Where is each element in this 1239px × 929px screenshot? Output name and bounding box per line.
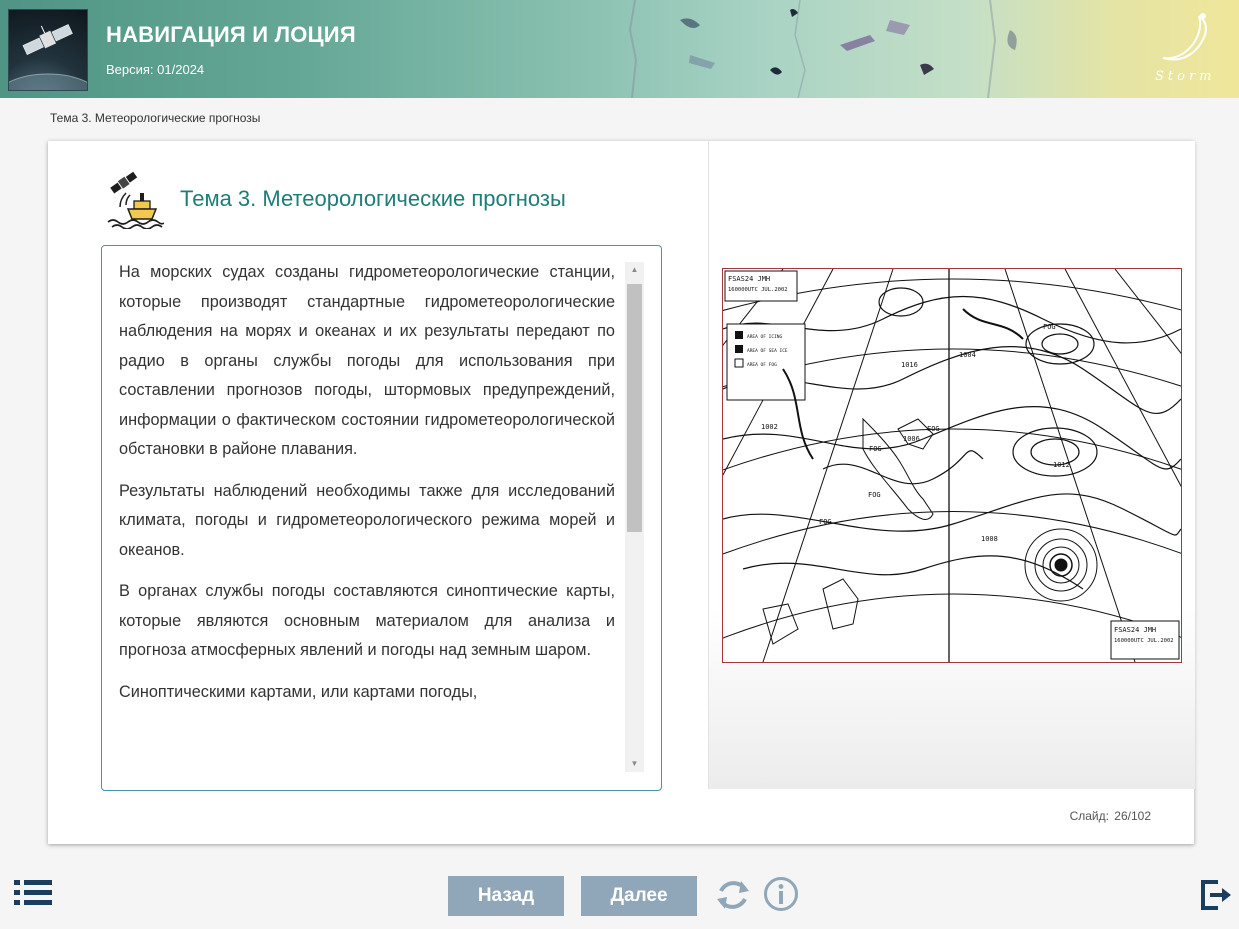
svg-text:FOG: FOG [868, 491, 881, 499]
paragraph: Синоптическими картами, или картами пого… [119, 682, 478, 701]
app-version: Версия: 01/2024 [106, 62, 205, 77]
svg-text:FOG: FOG [819, 518, 832, 526]
svg-text:AREA OF SEA ICE: AREA OF SEA ICE [747, 348, 788, 354]
slide-card: Тема 3. Метеорологические прогнозы На мо… [48, 141, 1195, 844]
reload-icon[interactable] [713, 875, 753, 915]
next-button[interactable]: Далее [581, 876, 697, 916]
svg-text:AREA OF ICING: AREA OF ICING [747, 334, 783, 340]
satellite-ship-icon [107, 171, 164, 229]
image-panel: FSAS24 JMH 160000UTC JUL.2002 AREA OF IC… [708, 141, 1195, 789]
svg-text:FOG: FOG [927, 425, 940, 433]
svg-text:1004: 1004 [959, 351, 976, 359]
svg-text:AREA OF FOG: AREA OF FOG [747, 362, 777, 368]
scroll-up-arrow-icon[interactable]: ▲ [625, 262, 644, 278]
svg-text:1012: 1012 [1053, 461, 1070, 469]
satellite-logo [0, 9, 106, 98]
svg-text:1006: 1006 [903, 435, 920, 443]
paragraph: На морских судах созданы гидрометеоролог… [119, 263, 615, 458]
svg-text:160000UTC JUL.2002: 160000UTC JUL.2002 [1114, 638, 1174, 644]
storm-logo: Storm [1155, 13, 1216, 84]
text-panel[interactable]: На морских судах созданы гидрометеоролог… [101, 245, 662, 791]
paragraph: Результаты наблюдений необходимы также д… [119, 481, 615, 559]
svg-text:FOG: FOG [869, 445, 882, 453]
info-icon[interactable] [763, 876, 799, 912]
lesson-text: На морских судах созданы гидрометеоролог… [119, 258, 615, 778]
exit-icon[interactable] [1200, 880, 1232, 910]
scroll-down-arrow-icon[interactable]: ▼ [625, 756, 644, 772]
svg-text:1002: 1002 [761, 423, 778, 431]
app-title: НАВИГАЦИЯ И ЛОЦИЯ [106, 22, 356, 47]
back-button[interactable]: Назад [448, 876, 564, 916]
synoptic-weather-map[interactable]: FSAS24 JMH 160000UTC JUL.2002 AREA OF IC… [722, 268, 1182, 663]
svg-text:Storm: Storm [1155, 69, 1216, 84]
slide-counter: Слайд: 26/102 [1068, 809, 1151, 823]
svg-text:FSAS24 JMH: FSAS24 JMH [1114, 626, 1156, 634]
slide-counter-label: Слайд: [1069, 809, 1109, 823]
header-map-decoration [628, 0, 1017, 98]
svg-text:1008: 1008 [981, 535, 998, 543]
scroll-thumb[interactable] [627, 284, 642, 532]
menu-list-icon[interactable] [14, 880, 52, 906]
paragraph: В органах службы погоды составляются син… [119, 582, 615, 659]
svg-text:1016: 1016 [901, 361, 918, 369]
slide-counter-value: 26/102 [1114, 809, 1151, 823]
svg-text:FOG: FOG [1043, 323, 1056, 331]
svg-text:FSAS24 JMH: FSAS24 JMH [728, 275, 770, 283]
text-scrollbar[interactable]: ▲ ▼ [625, 262, 644, 772]
svg-text:160000UTC JUL.2002: 160000UTC JUL.2002 [728, 287, 788, 293]
breadcrumb: Тема 3. Метеорологические прогнозы [50, 111, 261, 125]
slide-title: Тема 3. Метеорологические прогнозы [180, 186, 566, 211]
app-header: НАВИГАЦИЯ И ЛОЦИЯ Версия: 01/2024 Storm [0, 0, 1239, 98]
